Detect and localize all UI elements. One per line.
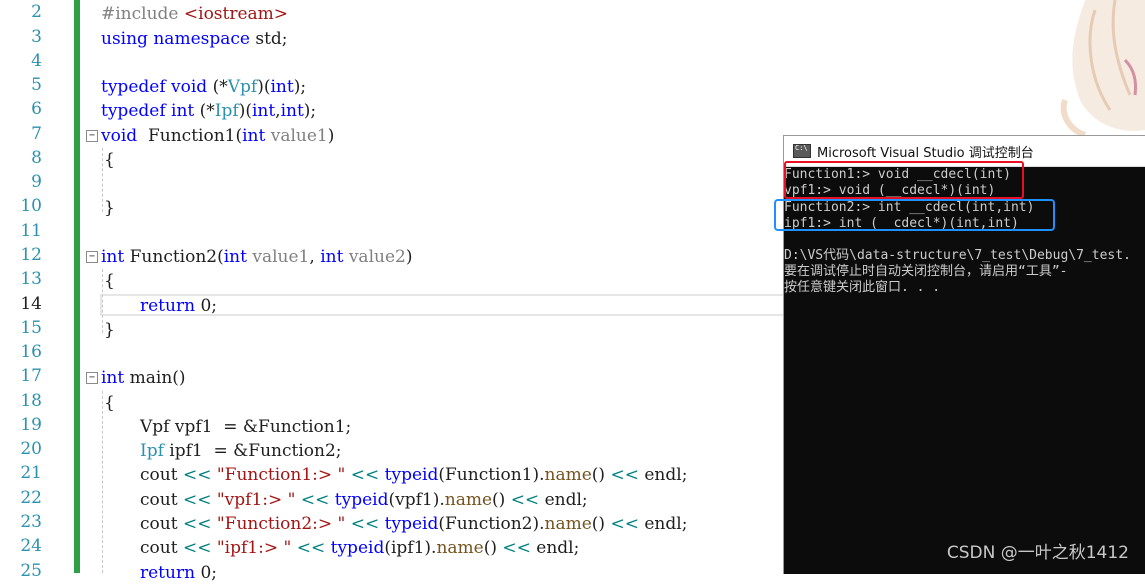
line-number: 19 bbox=[20, 415, 42, 435]
line-number: 21 bbox=[20, 463, 42, 483]
line-number: 3 bbox=[31, 27, 42, 47]
code-line: Vpf vpf1 = &Function1; bbox=[140, 417, 352, 437]
line-number: 10 bbox=[20, 196, 42, 216]
code-line: cout << "Function2:> " << typeid(Functio… bbox=[140, 514, 688, 534]
code-line: #include <iostream> bbox=[101, 4, 289, 24]
code-line-current: return 0; bbox=[140, 296, 217, 316]
line-number: 20 bbox=[20, 439, 42, 459]
line-number: 8 bbox=[31, 148, 42, 168]
code-line: int Function2(int value1, int value2) bbox=[101, 247, 413, 267]
watermark: CSDN @一叶之秋1412 bbox=[946, 543, 1129, 563]
line-number: 7 bbox=[31, 124, 42, 144]
code-line: Ipf ipf1 = &Function2; bbox=[140, 441, 342, 461]
code-line: } bbox=[104, 198, 115, 218]
collapse-icon[interactable]: − bbox=[86, 372, 98, 384]
console-app-icon bbox=[793, 144, 811, 158]
change-tracking-bar bbox=[74, 0, 80, 573]
line-number: 6 bbox=[31, 99, 42, 119]
code-line: int main() bbox=[101, 368, 186, 388]
code-line: cout << "ipf1:> " << typeid(ipf1).name()… bbox=[140, 538, 580, 558]
code-line: using namespace std; bbox=[101, 29, 288, 49]
highlight-box-red bbox=[784, 161, 1024, 199]
code-line: typedef void (*Vpf)(int); bbox=[101, 77, 307, 97]
code-line: cout << "Function1:> " << typeid(Functio… bbox=[140, 465, 688, 485]
code-line: typedef int (*Ipf)(int,int); bbox=[101, 101, 317, 121]
line-number: 22 bbox=[20, 488, 42, 508]
line-number: 11 bbox=[20, 221, 42, 241]
indent-guide bbox=[102, 148, 103, 212]
console-line: D:\VS代码\data-structure\7_test\Debug\7_te… bbox=[784, 248, 1131, 263]
line-number-gutter: 2 3 4 5 6 7 8 9 10 11 12 13 14 15 16 17 … bbox=[0, 0, 72, 581]
line-number: 24 bbox=[20, 536, 42, 556]
line-number: 4 bbox=[31, 51, 42, 71]
line-number: 18 bbox=[20, 391, 42, 411]
console-line: 要在调试停止时自动关闭控制台，请启用“工具”- bbox=[784, 264, 1068, 279]
line-number-current: 14 bbox=[20, 294, 42, 314]
line-number: 9 bbox=[31, 172, 42, 192]
line-number: 25 bbox=[20, 561, 42, 581]
collapse-icon[interactable]: − bbox=[86, 130, 98, 142]
indent-guide bbox=[102, 391, 103, 573]
code-line: void Function1(int value1) bbox=[101, 126, 335, 146]
line-number: 23 bbox=[20, 512, 42, 532]
code-line: cout << "vpf1:> " << typeid(vpf1).name()… bbox=[140, 490, 588, 510]
code-line: { bbox=[104, 150, 115, 170]
console-line: 按任意键关闭此窗口. . . bbox=[784, 280, 941, 295]
highlight-box-blue bbox=[774, 199, 1055, 231]
line-number: 15 bbox=[20, 318, 42, 338]
collapse-icon[interactable]: − bbox=[86, 251, 98, 263]
code-line: return 0; bbox=[140, 563, 217, 583]
code-line: } bbox=[104, 320, 115, 340]
console-title: Microsoft Visual Studio 调试控制台 bbox=[817, 145, 1034, 161]
decorative-character-art bbox=[1060, 0, 1145, 135]
line-number: 12 bbox=[20, 245, 42, 265]
line-number: 5 bbox=[31, 75, 42, 95]
line-number: 13 bbox=[20, 269, 42, 289]
code-line: { bbox=[104, 393, 115, 413]
indent-guide bbox=[102, 269, 103, 333]
code-line: { bbox=[104, 271, 115, 291]
line-number: 17 bbox=[20, 366, 42, 386]
line-number: 2 bbox=[31, 2, 42, 22]
line-number: 16 bbox=[20, 342, 42, 362]
